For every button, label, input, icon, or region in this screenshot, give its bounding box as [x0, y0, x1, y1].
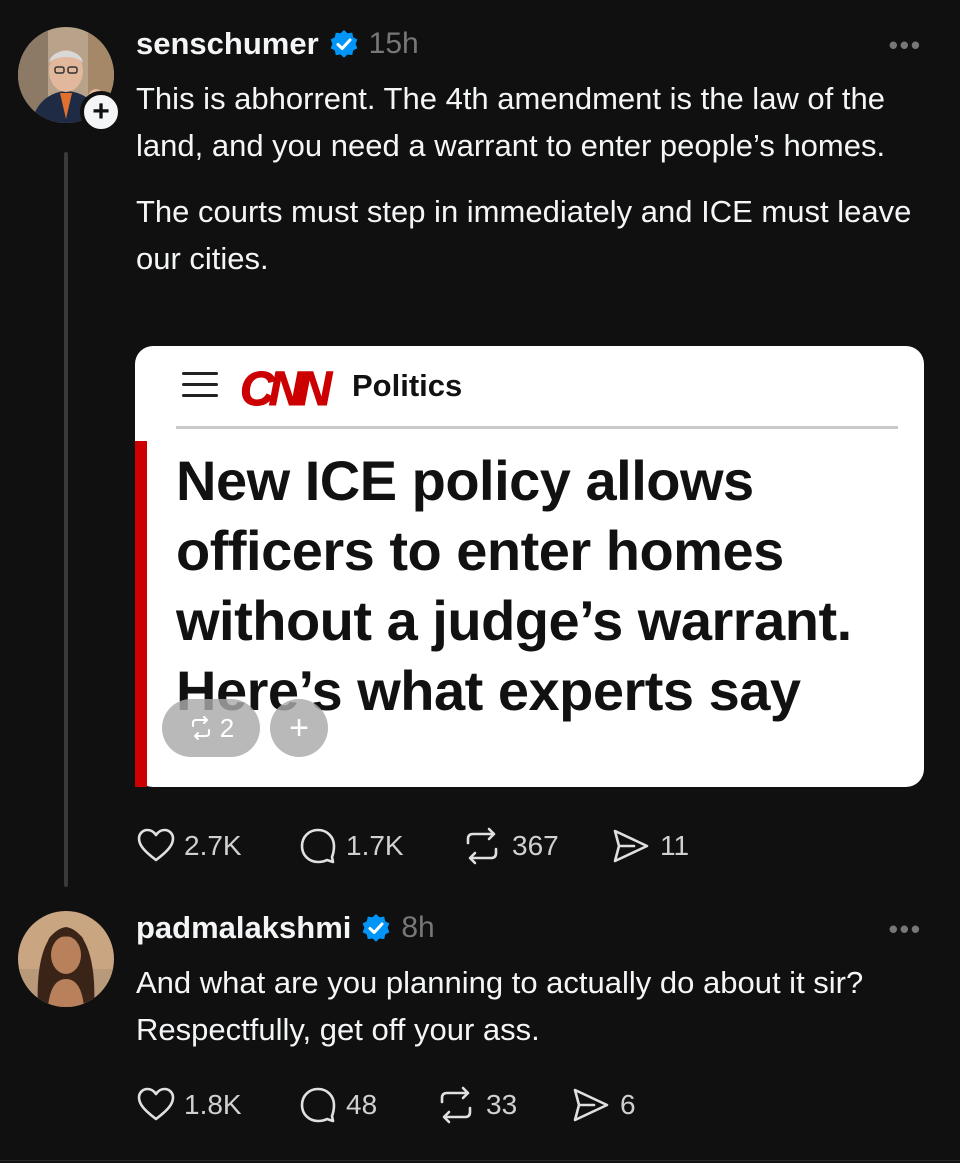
repost-icon — [191, 716, 210, 740]
like-button[interactable]: 1.8K — [136, 1085, 298, 1125]
post-header: padmalakshmi 8h — [136, 910, 435, 946]
reply-count: 1.7K — [346, 830, 404, 861]
post-body: This is abhorrent. The 4th amendment is … — [136, 75, 926, 301]
card-section: Politics — [352, 368, 463, 403]
follow-plus-icon[interactable]: + — [80, 91, 122, 133]
reply-icon — [300, 1087, 336, 1123]
repost-count: 367 — [512, 830, 559, 861]
menu-icon — [182, 370, 218, 400]
card-headline: New ICE policy allows officers to enter … — [176, 449, 852, 722]
share-icon — [613, 829, 649, 863]
feed-divider — [0, 1160, 960, 1161]
repost-count: 33 — [486, 1089, 518, 1120]
card-accent-bar — [135, 441, 147, 787]
share-button[interactable]: 11 — [610, 826, 689, 866]
like-count: 2.7K — [184, 830, 242, 861]
cnn-logo: CNN — [240, 363, 333, 417]
reply-count: 48 — [346, 1089, 378, 1120]
verified-badge-icon — [362, 914, 390, 942]
post-time: 8h — [401, 911, 435, 944]
repost-icon — [440, 1086, 472, 1124]
avatar-photo — [18, 911, 114, 1007]
reply-icon — [300, 828, 336, 864]
post-body: And what are you planning to actually do… — [136, 959, 926, 1072]
media-repost-count: 2 — [219, 712, 235, 743]
card-divider — [176, 426, 898, 429]
action-bar: 1.8K 48 33 6 — [136, 1085, 636, 1125]
username[interactable]: padmalakshmi — [136, 910, 351, 946]
more-icon[interactable]: ••• — [889, 914, 922, 945]
post-paragraph: This is abhorrent. The 4th amendment is … — [136, 81, 886, 163]
share-count: 11 — [660, 830, 690, 861]
verified-badge-icon — [330, 30, 358, 58]
username[interactable]: senschumer — [136, 26, 319, 62]
like-count: 1.8K — [184, 1089, 242, 1120]
avatar-padmalakshmi[interactable] — [18, 911, 114, 1007]
repost-button[interactable]: 33 — [434, 1085, 570, 1125]
share-icon — [573, 1088, 609, 1122]
share-button[interactable]: 6 — [570, 1085, 636, 1125]
action-bar: 2.7K 1.7K 367 11 — [136, 826, 689, 866]
like-button[interactable]: 2.7K — [136, 826, 298, 866]
repost-icon — [466, 827, 498, 865]
media-repost-pill[interactable]: 2 — [162, 699, 260, 757]
thread-line — [64, 152, 68, 887]
post-time: 15h — [368, 27, 419, 60]
post-header: senschumer 15h — [136, 26, 419, 62]
post-paragraph: And what are you planning to actually do… — [136, 965, 864, 1047]
post-paragraph: The courts must step in immediately and … — [136, 194, 912, 276]
reply-button[interactable]: 48 — [298, 1085, 434, 1125]
share-count: 6 — [620, 1089, 636, 1120]
reply-button[interactable]: 1.7K — [298, 826, 460, 866]
heart-icon — [137, 828, 175, 862]
heart-icon — [137, 1087, 175, 1121]
more-icon[interactable]: ••• — [889, 30, 922, 61]
repost-button[interactable]: 367 — [460, 826, 610, 866]
media-add-button[interactable]: + — [270, 699, 328, 757]
